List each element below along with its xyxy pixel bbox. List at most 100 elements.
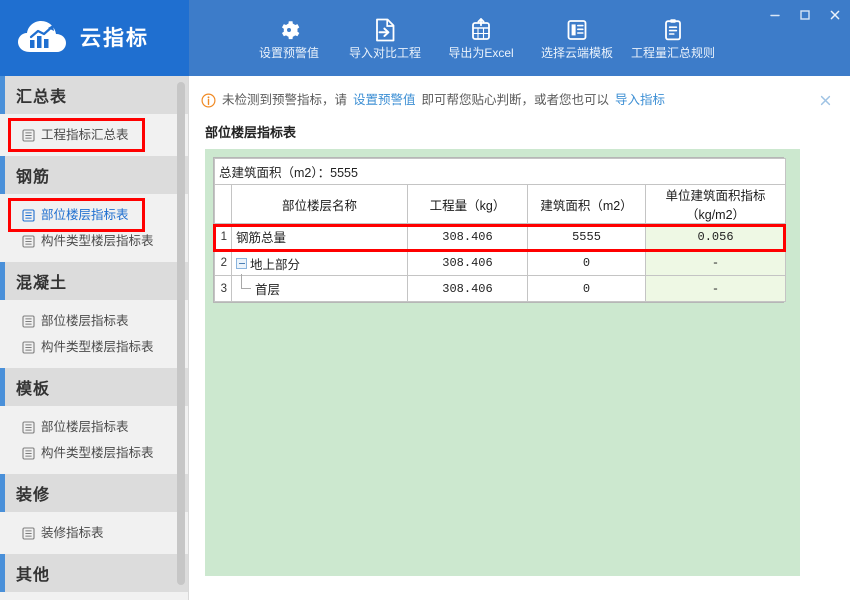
table-row[interactable]: 1 钢筋总量 308.406 5555 0.056 (214, 223, 787, 250)
cell-unit-index: 0.056 (644, 223, 787, 250)
sidebar-item-label: 部位楼层指标表 (41, 207, 129, 222)
sidebar-item-4-0[interactable]: 装修指标表 (0, 520, 188, 546)
notice-close-icon[interactable] (816, 91, 834, 109)
notice-link-set-warning[interactable]: 设置预警值 (353, 94, 416, 107)
sidebar-item-2-1[interactable]: 构件类型楼层指标表 (0, 334, 188, 360)
cell-name-label: 地上部分 (250, 257, 301, 272)
clipboard-rules-icon (660, 17, 686, 43)
title-toolbar: 云指标 设置预警值 导入对比工程 导出为Excel 选择云端模板 工程量汇总规则 (0, 0, 850, 76)
toolbar-button-set-warning-value[interactable]: 设置预警值 (241, 5, 337, 71)
list-table-icon (22, 314, 35, 328)
notice-text-middle: 即可帮您贴心判断，或者您也可以 (421, 92, 610, 107)
table-row[interactable]: 3 首层 308.406 0- (214, 274, 787, 302)
toolbar-button-quantity-summary-rules[interactable]: 工程量汇总规则 (625, 5, 721, 71)
cell-name-label: 钢筋总量 (236, 231, 287, 245)
sidebar-item-2-0[interactable]: 部位楼层指标表 (0, 308, 188, 334)
body: 汇总表 工程指标汇总表 钢筋 部位楼层指标表 构件类型楼层指标表 混凝土 部位楼层指标表 构件… (0, 76, 850, 600)
table-body: 1 钢筋总量 308.406 5555 0.056 2 地上部分 308.406 0-3 首层 30… (214, 223, 787, 302)
sidebar-item-label: 部位楼层指标表 (41, 419, 129, 434)
toolbar: 设置预警值 导入对比工程 导出为Excel 选择云端模板 工程量汇总规则 (189, 0, 850, 76)
column-header-quantity[interactable]: 工程量（kg） (407, 184, 528, 224)
sidebar-section-title: 钢筋 (16, 169, 51, 186)
sidebar-item-label: 构件类型楼层指标表 (41, 339, 154, 354)
minimize-button[interactable] (760, 0, 790, 30)
toolbar-label: 工程量汇总规则 (630, 46, 715, 60)
cell-building-area: 0 (527, 275, 646, 302)
notice-link-import-index[interactable]: 导入指标 (615, 94, 665, 107)
list-table-icon (22, 208, 35, 222)
row-number: 1 (214, 223, 232, 250)
list-table-icon (22, 526, 35, 540)
sidebar-section-title: 汇总表 (16, 89, 68, 106)
cell-quantity: 308.406 (407, 223, 528, 250)
bottom-strip (189, 588, 850, 600)
sidebar-item-3-0[interactable]: 部位楼层指标表 (0, 414, 188, 440)
sidebar-list: 汇总表 工程指标汇总表 钢筋 部位楼层指标表 构件类型楼层指标表 混凝土 部位楼层指标表 构件… (0, 76, 188, 600)
app-title: 云指标 (80, 26, 149, 50)
cell-part-floor-name: 首层 (231, 274, 408, 302)
tree-collapse-toggle[interactable] (236, 257, 247, 269)
sidebar-item-0-0[interactable]: 工程指标汇总表 (0, 122, 188, 148)
cell-unit-index: - (644, 275, 787, 302)
sidebar: 汇总表 工程指标汇总表 钢筋 部位楼层指标表 构件类型楼层指标表 混凝土 部位楼层指标表 构件… (0, 76, 189, 600)
column-header-unit-index[interactable]: 单位建筑面积指标（kg/m2） (644, 184, 787, 224)
sidebar-section-title: 混凝土 (16, 275, 68, 292)
close-button[interactable] (820, 0, 850, 30)
import-document-icon (372, 17, 398, 43)
cloud-template-icon (564, 17, 590, 43)
app-window: 云指标 设置预警值 导入对比工程 导出为Excel 选择云端模板 工程量汇总规则… (0, 0, 850, 600)
toolbar-label: 设置预警值 (258, 46, 319, 60)
toolbar-button-export-excel[interactable]: 导出为Excel (433, 5, 529, 71)
sidebar-section-header: 钢筋 (0, 156, 188, 194)
list-table-icon (22, 420, 35, 434)
indicator-table-wrapper: 总建筑面积（m2）：5555 部位楼层名称 工程量（kg） 建筑面积（m2） 单… (213, 157, 787, 303)
report-panel: 总建筑面积（m2）：5555 部位楼层名称 工程量（kg） 建筑面积（m2） 单… (205, 149, 800, 576)
table-summary-row: 总建筑面积（m2）：5555 (213, 158, 787, 185)
toolbar-label: 选择云端模板 (540, 46, 613, 60)
sidebar-section-header: 装修 (0, 474, 188, 512)
cell-building-area: 0 (527, 249, 646, 276)
list-table-icon (22, 340, 35, 354)
tree-elbow-connector (236, 274, 252, 295)
main-content: 未检测到预警指标，请 设置预警值 即可帮您贴心判断，或者您也可以 导入指标 部位… (189, 76, 850, 600)
notice-text-before: 未检测到预警指标，请 (222, 92, 348, 107)
sidebar-section-header: 其他 (0, 554, 188, 592)
indicator-table: 总建筑面积（m2）：5555 部位楼层名称 工程量（kg） 建筑面积（m2） 单… (213, 158, 787, 302)
cell-name-label: 首层 (255, 283, 281, 297)
toolbar-label: 导出为Excel (448, 46, 514, 60)
sidebar-item-label: 构件类型楼层指标表 (41, 233, 154, 248)
notice-bar: 未检测到预警指标，请 设置预警值 即可帮您贴心判断，或者您也可以 导入指标 (201, 86, 838, 114)
cell-building-area: 5555 (527, 223, 646, 250)
page-title: 部位楼层指标表 (205, 125, 297, 140)
sidebar-section-items: 部位楼层指标表构件类型楼层指标表 (0, 300, 188, 368)
sidebar-item-1-1[interactable]: 构件类型楼层指标表 (0, 228, 188, 254)
table-row[interactable]: 2 地上部分 308.406 0- (214, 249, 787, 276)
list-table-icon (22, 446, 35, 460)
sidebar-section-items: 工程指标汇总表 (0, 114, 188, 156)
toolbar-button-select-cloud-template[interactable]: 选择云端模板 (529, 5, 625, 71)
row-number: 3 (214, 275, 232, 302)
cell-part-floor-name: 地上部分 (231, 249, 408, 276)
total-building-area-label: 总建筑面积（m2）：5555 (213, 158, 787, 185)
column-header-building-area[interactable]: 建筑面积（m2） (527, 184, 646, 224)
sidebar-scrollbar-thumb[interactable] (177, 82, 185, 586)
export-excel-icon (468, 17, 494, 43)
sidebar-item-3-1[interactable]: 构件类型楼层指标表 (0, 440, 188, 466)
sidebar-scrollbar-track[interactable] (176, 76, 186, 600)
sidebar-section-title: 装修 (16, 487, 51, 504)
table-header-row: 部位楼层名称 工程量（kg） 建筑面积（m2） 单位建筑面积指标（kg/m2） (214, 184, 787, 224)
brand-area: 云指标 (0, 0, 189, 76)
sidebar-section-items: 砌体指标表 (0, 592, 188, 600)
sidebar-section-header: 混凝土 (0, 262, 188, 300)
toolbar-button-import-compare-project[interactable]: 导入对比工程 (337, 5, 433, 71)
column-header-rownum (214, 184, 232, 224)
maximize-button[interactable] (790, 0, 820, 30)
sidebar-item-1-0[interactable]: 部位楼层指标表 (0, 202, 188, 228)
sidebar-section-items: 部位楼层指标表构件类型楼层指标表 (0, 406, 188, 474)
info-circle-icon (201, 92, 216, 108)
column-header-name[interactable]: 部位楼层名称 (231, 184, 408, 224)
sidebar-section-title: 其他 (16, 567, 51, 584)
sidebar-item-label: 工程指标汇总表 (41, 127, 129, 142)
sidebar-section-header: 模板 (0, 368, 188, 406)
sidebar-item-label: 构件类型楼层指标表 (41, 445, 154, 460)
